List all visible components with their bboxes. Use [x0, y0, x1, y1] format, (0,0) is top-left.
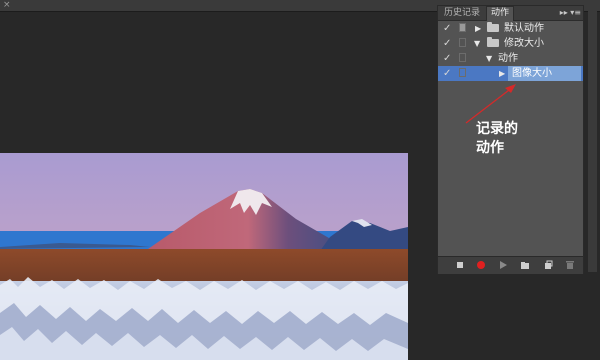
stop-icon[interactable]: [455, 260, 465, 270]
record-icon[interactable]: [476, 260, 486, 270]
dialog-toggle[interactable]: [459, 23, 466, 32]
action-set-label: 修改大小: [504, 38, 544, 49]
action-set-resize[interactable]: ✓ ▼ 修改大小: [438, 36, 583, 51]
collapse-triangle-icon[interactable]: ▼: [486, 53, 492, 64]
collapse-triangle-icon[interactable]: ▼: [474, 38, 480, 49]
check-icon[interactable]: ✓: [443, 68, 451, 79]
tab-actions[interactable]: 动作: [486, 6, 514, 21]
actions-bottom-bar: [438, 256, 583, 274]
new-set-folder-icon[interactable]: [520, 260, 530, 270]
close-document-button[interactable]: ×: [3, 0, 11, 10]
new-action-icon[interactable]: [543, 260, 553, 270]
annotation-line-2: 动作: [476, 140, 504, 156]
action-set-label: 默认动作: [504, 23, 544, 34]
annotation-line-1: 记录的: [476, 121, 518, 137]
check-icon[interactable]: ✓: [443, 38, 451, 49]
panel-tab-bar: 历史记录 动作 ▸▸ ▾≡: [438, 6, 583, 21]
photo-volcano: [0, 153, 408, 360]
folder-open-icon: [487, 37, 499, 47]
step-label: 图像大小: [512, 68, 552, 79]
trash-icon[interactable]: [565, 260, 575, 270]
dialog-toggle[interactable]: [459, 68, 466, 77]
annotation-text: 记录的 动作: [476, 120, 518, 158]
action-item[interactable]: ✓ ▼ 动作: [438, 51, 583, 66]
action-set-default[interactable]: ✓ ▶ 默认动作: [438, 21, 583, 36]
action-label: 动作: [498, 53, 518, 64]
check-icon[interactable]: ✓: [443, 53, 451, 64]
tab-history[interactable]: 历史记录: [440, 7, 484, 20]
expand-triangle-icon[interactable]: ▶: [475, 23, 481, 34]
panel-collapse-strip[interactable]: [588, 5, 597, 272]
panel-menu-button[interactable]: ▸▸ ▾≡: [560, 7, 581, 19]
dialog-toggle[interactable]: [459, 53, 466, 62]
check-icon[interactable]: ✓: [443, 23, 451, 34]
dialog-toggle[interactable]: [459, 38, 466, 47]
action-step-image-size[interactable]: ✓ ▶ 图像大小: [438, 66, 583, 81]
folder-icon: [487, 22, 499, 32]
play-icon[interactable]: [498, 260, 508, 270]
expand-triangle-icon[interactable]: ▶: [499, 68, 505, 79]
